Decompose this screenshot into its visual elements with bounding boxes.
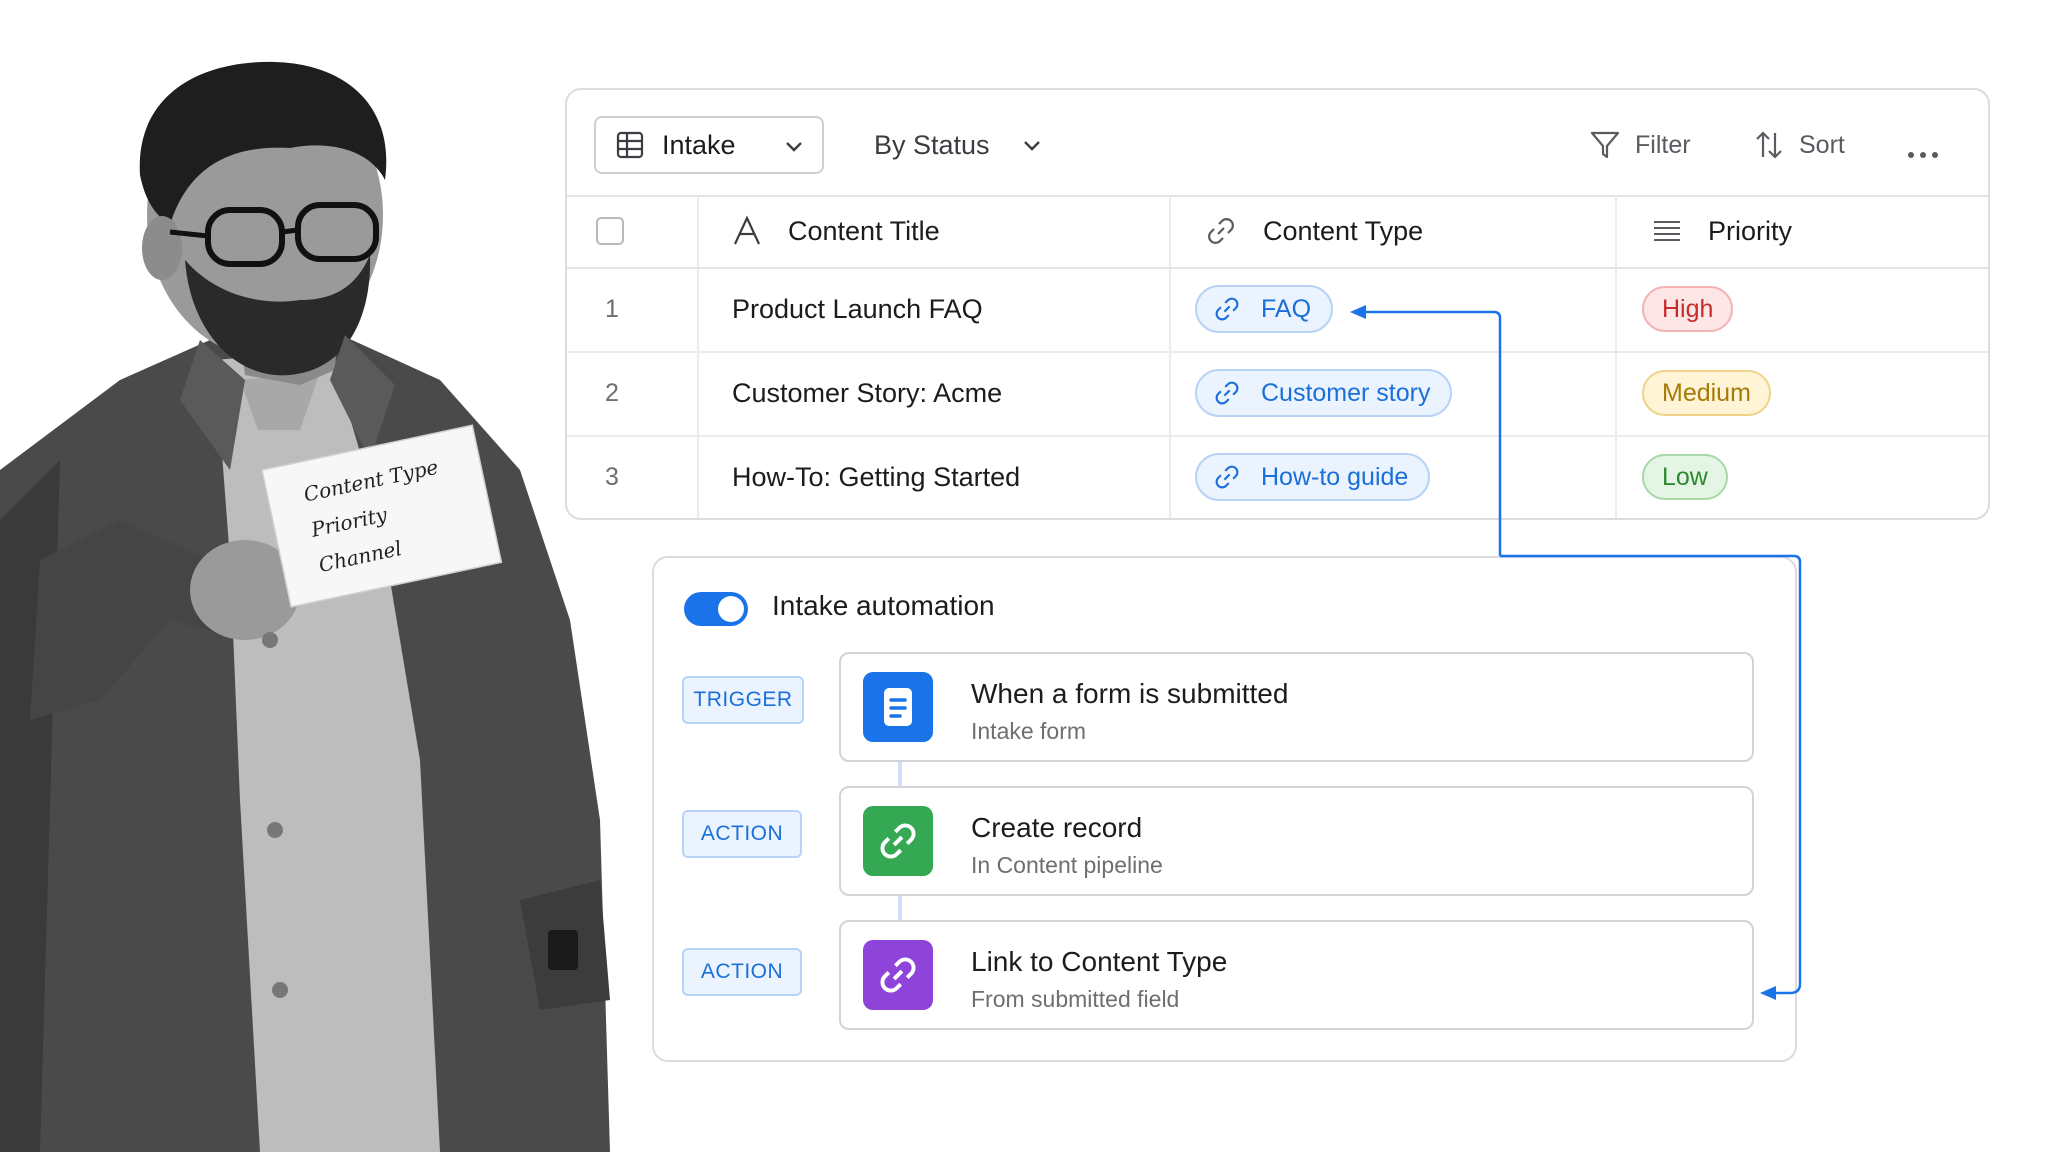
content-title[interactable]: Product Launch FAQ: [732, 294, 983, 325]
priority-badge[interactable]: High: [1642, 286, 1734, 332]
table-row[interactable]: 2 Customer Story: Acme Customer story Me…: [567, 351, 1988, 437]
grid-icon: [616, 131, 644, 159]
sort-button[interactable]: Sort: [1753, 120, 1845, 170]
column-header-priority[interactable]: Priority: [1652, 195, 1792, 267]
view-selector[interactable]: Intake: [594, 116, 824, 174]
step-title: Link to Content Type: [971, 946, 1228, 977]
filter-button[interactable]: Filter: [1589, 120, 1691, 170]
step-tag-trigger: TRIGGER: [682, 676, 804, 724]
link-icon: [1215, 465, 1239, 489]
step-subtitle: In Content pipeline: [971, 852, 1163, 878]
create-record-step[interactable]: Create record In Content pipeline: [839, 786, 1754, 896]
automation-toggle[interactable]: [684, 592, 748, 626]
link-icon: [863, 806, 933, 876]
link-icon: [1215, 381, 1239, 405]
chevron-down-icon: [786, 142, 802, 152]
link-icon: [1208, 218, 1234, 244]
form-icon: [863, 672, 933, 742]
content-type-chip[interactable]: How-to guide: [1195, 453, 1431, 501]
link-icon: [863, 940, 933, 1010]
select-all-checkbox[interactable]: [596, 217, 624, 245]
table-row[interactable]: 1 Product Launch FAQ FAQ High: [567, 267, 1988, 353]
step-tag-action: ACTION: [682, 810, 802, 858]
content-title[interactable]: Customer Story: Acme: [732, 378, 1002, 409]
text-field-icon: [734, 215, 760, 245]
more-icon: [1908, 152, 1938, 158]
step-subtitle: Intake form: [971, 718, 1087, 744]
filter-icon: [1590, 131, 1620, 159]
step-title: Create record: [971, 812, 1143, 843]
intake-table: Intake By Status Filter Sort Content Tit…: [565, 88, 1990, 520]
content-title[interactable]: How-To: Getting Started: [732, 462, 1020, 493]
automation-panel: Intake automation TRIGGER When a form is…: [652, 556, 1797, 1062]
sort-label: Sort: [1799, 130, 1845, 159]
row-number: 2: [605, 378, 619, 407]
group-label: By Status: [874, 129, 990, 160]
link-content-type-step[interactable]: Link to Content Type From submitted fiel…: [839, 920, 1754, 1030]
content-type-chip[interactable]: Customer story: [1195, 369, 1453, 417]
table-row[interactable]: 3 How-To: Getting Started How-to guide L…: [567, 435, 1988, 518]
priority-badge[interactable]: Low: [1642, 454, 1728, 500]
step-connector: [898, 762, 902, 786]
content-type-chip[interactable]: FAQ: [1195, 285, 1334, 333]
step-connector: [898, 896, 902, 920]
view-label: Intake: [662, 129, 736, 160]
chevron-down-icon: [1023, 141, 1040, 151]
trigger-step[interactable]: When a form is submitted Intake form: [839, 652, 1754, 762]
column-header-type[interactable]: Content Type: [1205, 195, 1423, 267]
toggle-knob: [718, 596, 744, 622]
link-icon: [1215, 297, 1239, 321]
list-icon: [1654, 221, 1680, 241]
automation-title: Intake automation: [772, 590, 995, 621]
row-number: 1: [605, 294, 619, 323]
group-by-selector[interactable]: By Status: [874, 120, 1044, 170]
step-subtitle: From submitted field: [971, 986, 1180, 1012]
step-title: When a form is submitted: [971, 678, 1289, 709]
person-photo: Content Type Priority Channel: [0, 61, 610, 1152]
filter-label: Filter: [1635, 130, 1691, 159]
row-number: 3: [605, 462, 619, 491]
priority-badge[interactable]: Medium: [1642, 370, 1771, 416]
step-tag-action: ACTION: [682, 948, 802, 996]
sort-icon: [1756, 131, 1782, 159]
column-header-title[interactable]: Content Title: [732, 195, 940, 267]
table-header: Content Title Content Type Priority: [567, 195, 1988, 269]
table-toolbar: Intake By Status Filter Sort: [567, 90, 1988, 197]
more-options-button[interactable]: [1907, 130, 1939, 180]
